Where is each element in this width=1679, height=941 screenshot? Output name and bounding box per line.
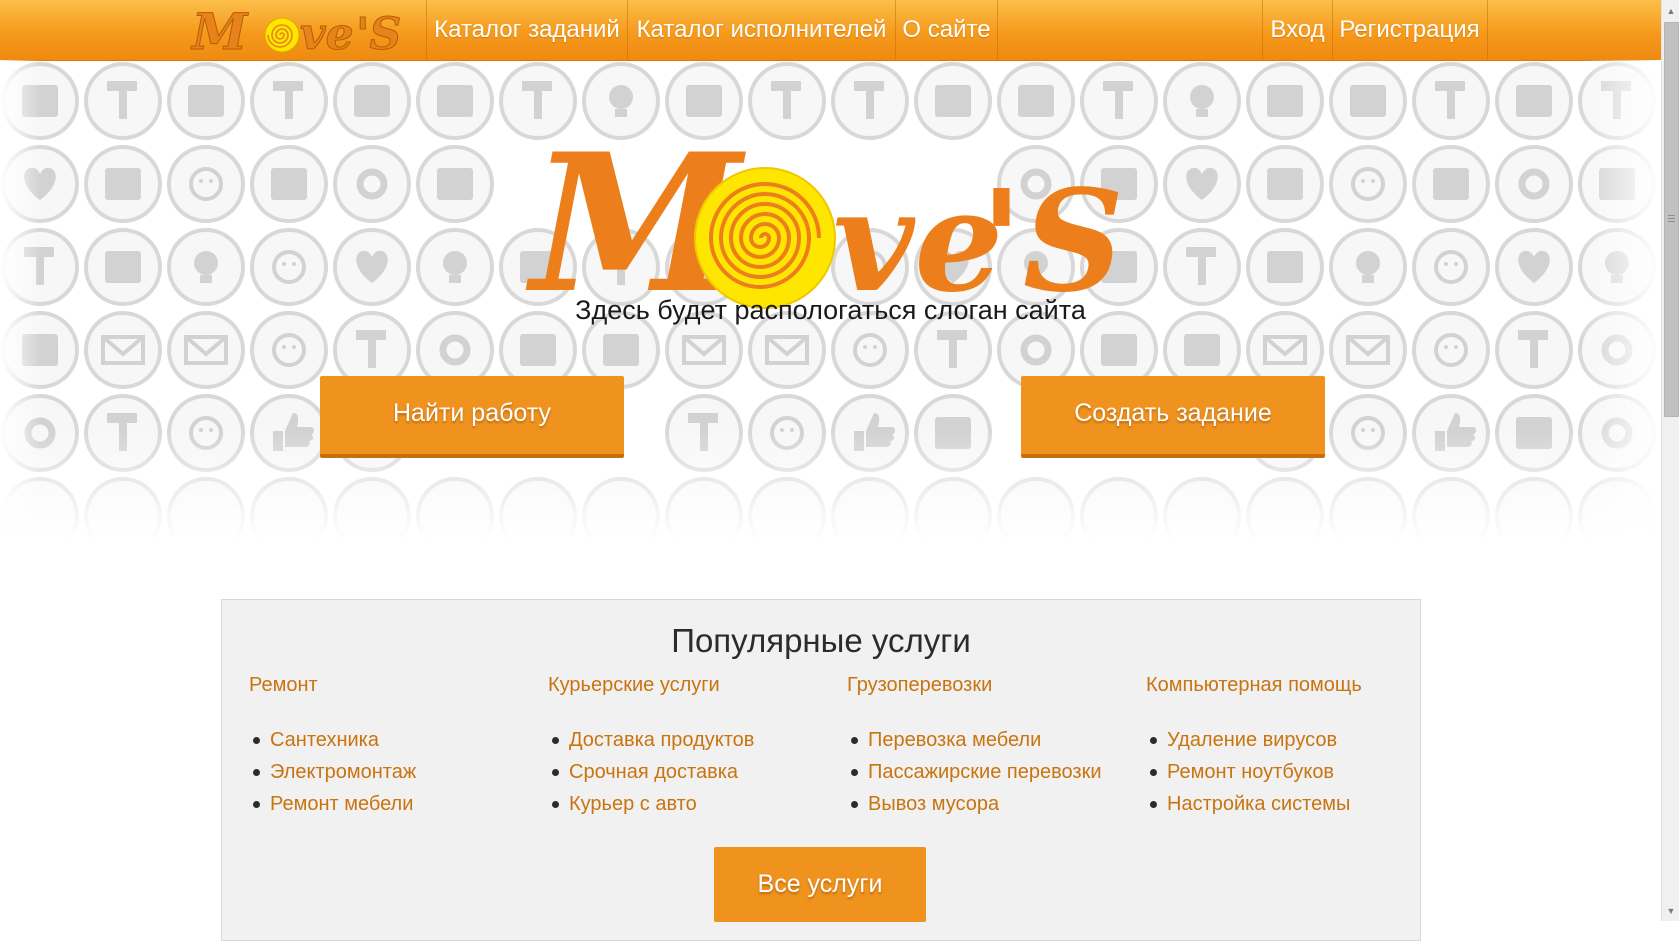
service-column-computer-help: Компьютерная помощь Удаление вирусов Рем… (1146, 674, 1436, 820)
vertical-scrollbar[interactable]: ▲ ▼ (1661, 0, 1679, 921)
all-services-button[interactable]: Все услуги (714, 847, 926, 922)
service-link[interactable]: Ремонт мебели (249, 788, 539, 820)
popular-services-panel: Популярные услуги Ремонт Сантехника Элек… (221, 599, 1421, 941)
service-list: Доставка продуктов Срочная доставка Курь… (548, 724, 838, 820)
hero-logo: M ve 'S (525, 118, 1124, 318)
popular-services-title: Популярные услуги (671, 622, 971, 659)
service-link[interactable]: Электромонтаж (249, 756, 539, 788)
service-link[interactable]: Удаление вирусов (1146, 724, 1436, 756)
nav-link-tasks-catalog[interactable]: Каталог заданий (427, 0, 628, 60)
service-list: Удаление вирусов Ремонт ноутбуков Настро… (1146, 724, 1436, 820)
service-column-courier: Курьерские услуги Доставка продуктов Сро… (548, 674, 838, 820)
service-category-link[interactable]: Компьютерная помощь (1146, 674, 1436, 697)
thumb-grip (1668, 221, 1675, 222)
nav-logo[interactable]: M ve 'S (184, 0, 427, 60)
service-link[interactable]: Вывоз мусора (847, 788, 1137, 820)
service-link[interactable]: Сантехника (249, 724, 539, 756)
svg-text:'S: 'S (356, 9, 401, 57)
nav-link-login[interactable]: Вход (1262, 0, 1333, 60)
service-link[interactable]: Курьер с авто (548, 788, 838, 820)
create-task-button[interactable]: Создать задание (1021, 376, 1325, 458)
find-work-button[interactable]: Найти работу (320, 376, 624, 458)
service-category-link[interactable]: Курьерские услуги (548, 674, 838, 697)
service-list: Сантехника Электромонтаж Ремонт мебели (249, 724, 539, 820)
svg-text:M: M (190, 3, 249, 57)
hero-fade-bottom (0, 430, 1661, 540)
service-link[interactable]: Срочная доставка (548, 756, 838, 788)
service-link[interactable]: Ремонт ноутбуков (1146, 756, 1436, 788)
service-category-link[interactable]: Ремонт (249, 674, 539, 697)
svg-text:ve: ve (300, 9, 354, 57)
scrollbar-thumb[interactable] (1664, 22, 1679, 417)
hero-slogan: Здесь будет распологаться слоган сайта (575, 295, 1086, 325)
nav-link-register[interactable]: Регистрация (1332, 0, 1488, 60)
service-link[interactable]: Доставка продуктов (548, 724, 838, 756)
nav-link-about[interactable]: О сайте (896, 0, 998, 60)
service-column-freight: Грузоперевозки Перевозка мебели Пассажир… (847, 674, 1137, 820)
service-category-link[interactable]: Грузоперевозки (847, 674, 1137, 697)
service-list: Перевозка мебели Пассажирские перевозки … (847, 724, 1137, 820)
hero-section: M ve 'S Здесь будет распологаться слоган… (0, 60, 1661, 540)
service-link[interactable]: Пассажирские перевозки (847, 756, 1137, 788)
service-link[interactable]: Настройка системы (1146, 788, 1436, 820)
top-navbar: M ve 'S Каталог заданий Каталог исполнит… (0, 0, 1661, 61)
scroll-down-arrow-icon[interactable]: ▼ (1662, 902, 1679, 920)
nav-link-executors-catalog[interactable]: Каталог исполнителей (628, 0, 896, 60)
thumb-grip (1668, 215, 1675, 216)
service-column-repair: Ремонт Сантехника Электромонтаж Ремонт м… (249, 674, 539, 820)
scroll-up-arrow-icon[interactable]: ▲ (1662, 2, 1679, 20)
moves-logo-icon: M ve 'S (190, 3, 402, 57)
service-link[interactable]: Перевозка мебели (847, 724, 1137, 756)
thumb-grip (1668, 218, 1675, 219)
